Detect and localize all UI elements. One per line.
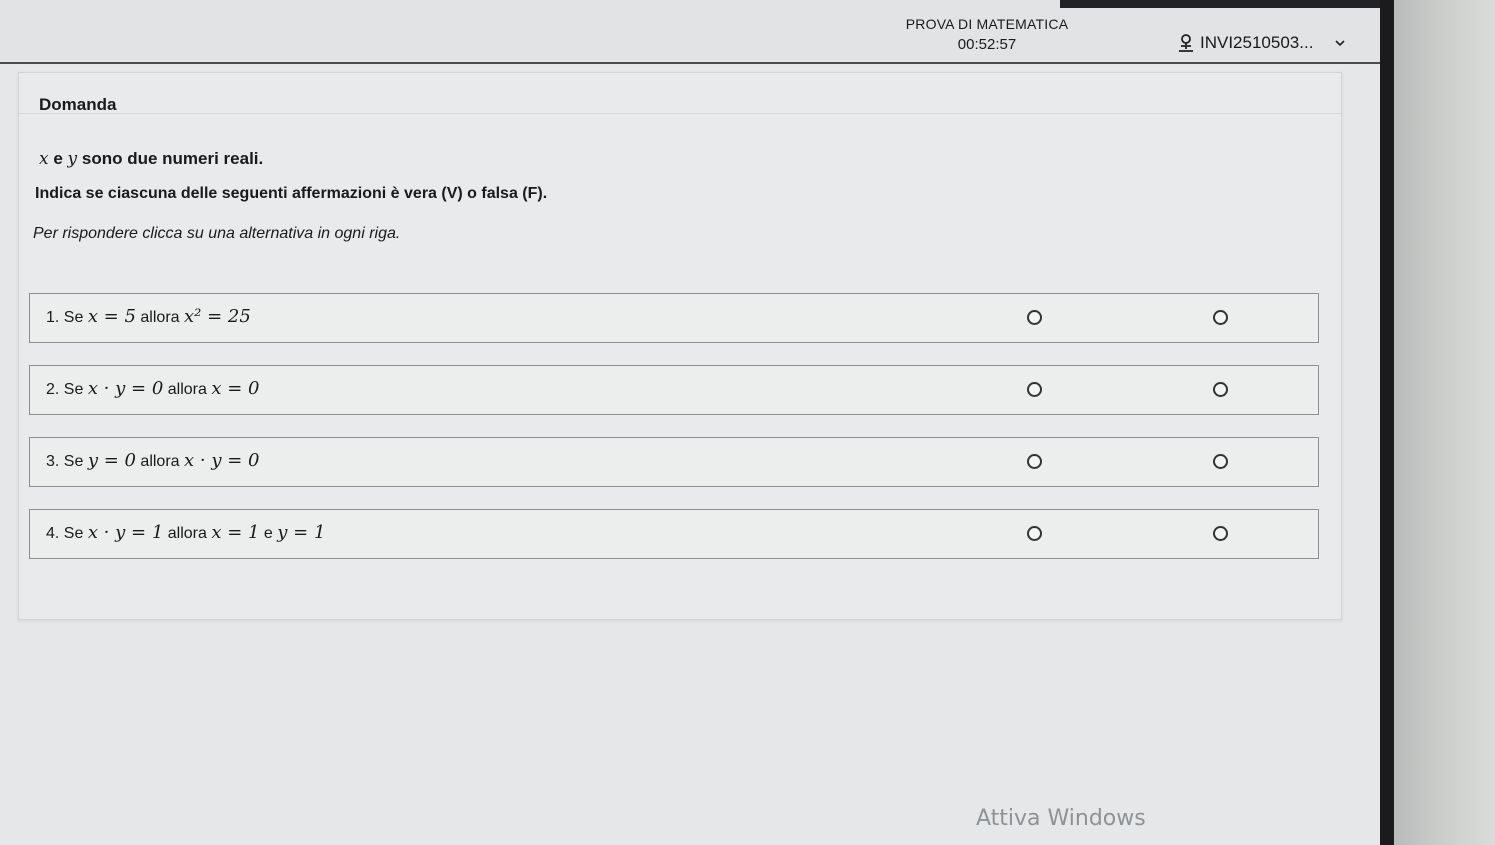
statement-cond: x · y = 0 xyxy=(87,378,164,399)
math-var-y: y xyxy=(67,149,78,169)
statement-mid: allora xyxy=(140,309,180,326)
section-title: Domanda xyxy=(39,95,117,114)
statement-cond: x = 5 xyxy=(87,306,136,327)
radio-row-3-false[interactable] xyxy=(1213,454,1228,469)
user-icon xyxy=(1179,34,1193,52)
conjunction: e xyxy=(53,149,63,168)
statement-conj: e xyxy=(263,525,273,542)
top-bar: PROVA DI MATEMATICA 00:52:57 INVI2510503… xyxy=(0,0,1380,64)
background-wall xyxy=(1394,0,1495,845)
top-bar-edge xyxy=(1060,0,1380,8)
user-menu[interactable]: INVI2510503... xyxy=(1176,32,1347,54)
answer-instruction: Per rispondere clicca su una alternativa… xyxy=(33,225,401,242)
statement-cond: x · y = 1 xyxy=(87,522,164,543)
statement-concl: x = 0 xyxy=(211,378,260,399)
radio-row-2-true[interactable] xyxy=(1027,382,1042,397)
statement-mid: allora xyxy=(140,453,180,470)
radio-row-2-false[interactable] xyxy=(1213,382,1228,397)
exam-title: PROVA DI MATEMATICA xyxy=(905,16,1069,32)
statement-row-1: 1. Se x = 5 allora x² = 25 xyxy=(29,293,1319,343)
radio-row-3-true[interactable] xyxy=(1027,454,1042,469)
statement-concl: x = 1 xyxy=(211,522,260,543)
statement-text-1: 1. Se x = 5 allora x² = 25 xyxy=(46,306,251,327)
statement-num: 1. Se xyxy=(46,309,84,326)
statement-text-3: 3. Se y = 0 allora x · y = 0 xyxy=(46,450,259,471)
statement-text-2: 2. Se x · y = 0 allora x = 0 xyxy=(46,378,259,399)
radio-row-4-false[interactable] xyxy=(1213,526,1228,541)
statement-row-3: 3. Se y = 0 allora x · y = 0 xyxy=(29,437,1319,487)
statement-concl: x · y = 0 xyxy=(184,450,260,471)
monitor-bezel xyxy=(1380,0,1394,845)
question-card: Domanda x e y sono due numeri reali. Ind… xyxy=(18,72,1342,620)
radio-row-4-true[interactable] xyxy=(1027,526,1042,541)
question-intro: x e y sono due numeri reali. xyxy=(39,149,263,169)
statement-num: 2. Se xyxy=(46,381,84,398)
statement-num: 3. Se xyxy=(46,453,84,470)
statement-mid: allora xyxy=(167,381,207,398)
statement-concl: x² = 25 xyxy=(184,306,251,327)
windows-activation-watermark: Attiva Windows xyxy=(976,806,1146,831)
question-prompt: Indica se ciascuna delle seguenti afferm… xyxy=(35,185,548,202)
statement-cond: y = 0 xyxy=(87,450,136,471)
statement-text-4: 4. Se x · y = 1 allora x = 1 e y = 1 xyxy=(46,522,325,543)
statement-concl-2: y = 1 xyxy=(277,522,326,543)
intro-text: sono due numeri reali. xyxy=(81,149,264,168)
statement-num: 4. Se xyxy=(46,525,84,542)
math-var-x: x xyxy=(39,149,49,169)
radio-row-1-true[interactable] xyxy=(1027,310,1042,325)
chevron-down-icon[interactable] xyxy=(1333,36,1347,50)
statement-row-4: 4. Se x · y = 1 allora x = 1 e y = 1 xyxy=(29,509,1319,559)
question-card-header xyxy=(19,73,1341,114)
statement-mid: allora xyxy=(167,525,207,542)
statement-row-2: 2. Se x · y = 0 allora x = 0 xyxy=(29,365,1319,415)
user-id: INVI2510503... xyxy=(1200,33,1314,52)
exam-screen: PROVA DI MATEMATICA 00:52:57 INVI2510503… xyxy=(0,0,1380,845)
radio-row-1-false[interactable] xyxy=(1213,310,1228,325)
exam-timer: 00:52:57 xyxy=(957,36,1017,53)
